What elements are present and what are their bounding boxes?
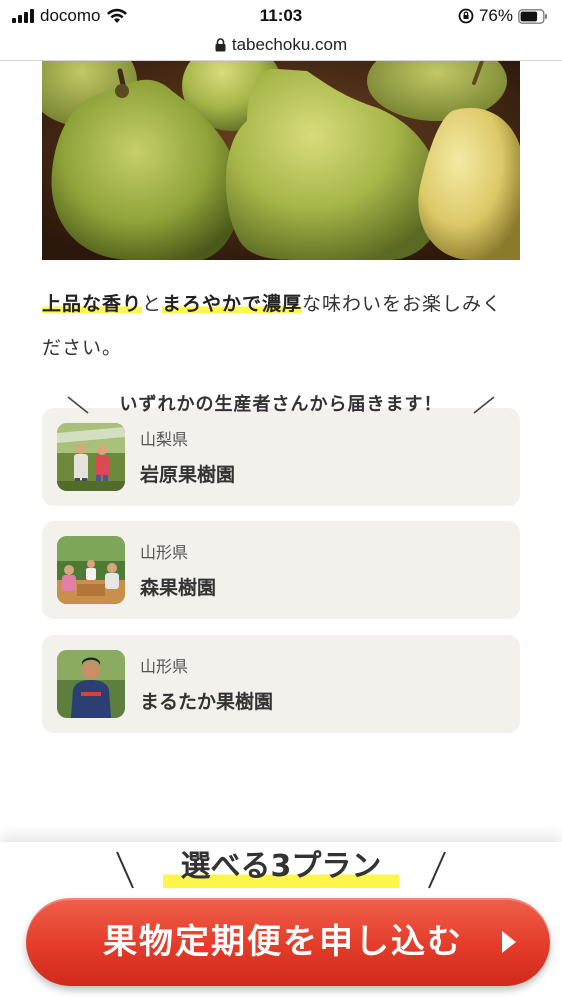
subscribe-button-label: 果物定期便を申し込む [103,922,463,962]
subscribe-button[interactable]: 果物定期便を申し込む [26,898,550,986]
subscription-cta-bar: 選べる3プラン 果物定期便を申し込む [0,842,562,999]
producer-photo [57,536,125,604]
padlock-icon [215,38,226,52]
description-connector: と [142,293,163,315]
producer-card[interactable]: 山梨県 岩原果樹園 [42,408,520,506]
plan-heading: 選べる3プラン [0,844,562,890]
address-bar[interactable]: tabechoku.com [0,30,562,61]
highlight-richness: まろやかで濃厚 [162,293,303,315]
status-right: 76% [458,6,548,26]
status-bar: docomo 11:03 76% [0,0,562,30]
producer-name: まるたか果樹園 [140,691,274,713]
battery-icon [518,8,548,24]
producer-photo [57,423,125,491]
slash-right-decoration [473,396,495,414]
producer-prefecture: 山形県 [140,543,189,562]
battery-percent: 76% [478,6,513,25]
slash-right-decoration [428,851,446,889]
taste-description: 上品な香りとまろやかで濃厚な味わいをお楽しみください。 [42,282,522,370]
producer-photo [57,650,125,718]
url-text: tabechoku.com [231,35,348,54]
highlight-aroma: 上品な香り [42,293,143,315]
producer-prefecture: 山形県 [140,657,189,676]
producers-heading-text: いずれかの生産者さんから届きます！ [119,394,443,415]
producer-name: 岩原果樹園 [140,464,236,486]
page: docomo 11:03 76% tabechoku.com 上品な香りとまろや… [0,0,562,999]
producer-card[interactable]: 山形県 森果樹園 [42,521,520,619]
plan-heading-text: 選べる3プラン [162,844,400,890]
pear-photo [42,61,520,260]
rotation-lock-icon [458,8,474,24]
producer-prefecture: 山梨県 [140,430,189,449]
slash-left-decoration [116,851,134,889]
producer-name: 森果樹園 [140,577,217,599]
producer-card[interactable]: 山形県 まるたか果樹園 [42,635,520,733]
producers-heading: いずれかの生産者さんから届きます！ [42,390,520,420]
slash-left-decoration [67,396,89,414]
chevron-right-icon [502,931,516,953]
